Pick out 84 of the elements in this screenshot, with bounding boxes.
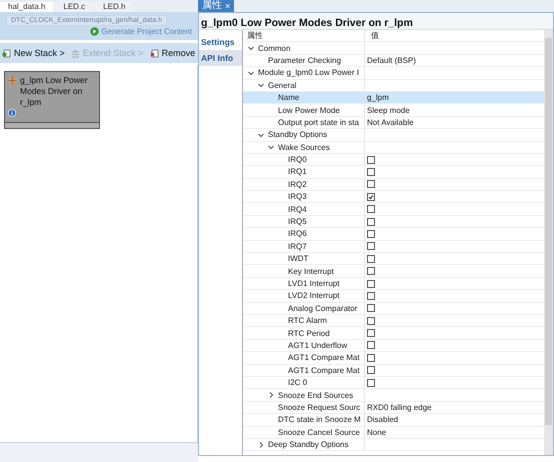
property-name: IRQ0 (288, 155, 307, 164)
checkbox[interactable] (367, 329, 375, 338)
property-name: DTC state in Snooze M (278, 415, 361, 424)
property-name: Parameter Checking (268, 56, 341, 65)
property-value[interactable]: g_lpm (367, 93, 389, 102)
property-name: Analog Comparator (288, 304, 358, 313)
column-header: 值 (370, 30, 379, 42)
checkbox[interactable] (367, 254, 375, 263)
checkbox[interactable] (367, 205, 375, 214)
column-header: 属性 (246, 30, 263, 42)
chevron-down-icon[interactable] (267, 143, 275, 152)
panel-title: g_lpm0 Low Power Modes Driver on r_lpm (199, 13, 553, 30)
property-name: General (268, 80, 296, 90)
property-name: Snooze Cancel Source (278, 428, 360, 437)
property-value[interactable]: Sleep mode (367, 106, 410, 115)
property-name: Snooze Request Sourc (278, 402, 360, 412)
properties-tab[interactable]: 属性 × (198, 0, 234, 12)
checkbox[interactable] (367, 192, 375, 201)
module-icon (8, 76, 17, 85)
property-name: Output port state in sta (278, 118, 359, 127)
property-name: LVD2 Interrupt (288, 291, 340, 300)
module-title: g_lpm Low Power Modes Driver on r_lpm (20, 75, 89, 108)
checkbox[interactable] (367, 180, 375, 188)
play-icon[interactable] (90, 27, 100, 36)
checkbox[interactable] (367, 280, 375, 288)
property-name: RTC Period (288, 328, 330, 338)
property-name: I2C 0 (288, 378, 308, 388)
editor-tab[interactable]: LED.c (55, 2, 94, 12)
property-name: IRQ6 (288, 229, 307, 238)
property-name: Low Power Mode (278, 106, 340, 115)
property-name: Standby Options (268, 130, 328, 140)
chevron-right-icon[interactable] (257, 440, 265, 449)
add-icon (2, 48, 11, 58)
property-name: Snooze End Sources (278, 390, 354, 400)
property-value[interactable]: Default (BSP) (367, 56, 416, 65)
checkbox[interactable] (367, 292, 375, 300)
delete-icon (150, 48, 159, 58)
chevron-down-icon[interactable] (247, 68, 255, 77)
property-name: RTC Alarm (288, 316, 327, 326)
property-name: IRQ2 (288, 180, 307, 189)
editor-tab[interactable]: hal_data.h (0, 2, 54, 12)
property-name: IRQ4 (288, 204, 307, 214)
chevron-down-icon[interactable] (247, 44, 255, 52)
property-name: Name (278, 93, 300, 102)
chevron-down-icon[interactable] (257, 81, 265, 90)
checkbox[interactable] (367, 267, 375, 276)
toolbar-button[interactable]: New Stack > (2, 48, 65, 58)
property-name: LVD1 Interrupt (288, 279, 340, 288)
checkbox[interactable] (367, 156, 375, 164)
checkbox[interactable] (367, 304, 375, 312)
toolbar-button[interactable]: Remove (150, 48, 196, 58)
property-value[interactable]: Disabled (367, 415, 398, 424)
info-icon[interactable] (8, 109, 16, 117)
close-icon[interactable]: × (225, 0, 230, 12)
property-name: IRQ1 (288, 167, 307, 176)
editor-tab[interactable]: LED.h (95, 2, 134, 12)
chevron-right-icon[interactable] (267, 391, 275, 400)
property-name: IRQ5 (288, 217, 307, 226)
checkbox[interactable] (367, 230, 375, 238)
property-value[interactable]: None (367, 428, 386, 437)
checkbox[interactable] (367, 366, 375, 374)
checkbox[interactable] (367, 168, 375, 176)
property-name: IRQ3 (288, 192, 307, 202)
property-value[interactable]: Not Available (367, 118, 414, 127)
checkbox[interactable] (367, 354, 375, 362)
stack-icon (70, 48, 80, 58)
property-name: AGT1 Compare Mat (288, 353, 360, 362)
checkbox[interactable] (367, 378, 375, 387)
property-name: IRQ7 (288, 242, 307, 251)
chevron-down-icon[interactable] (257, 130, 265, 139)
property-name: AGT1 Underflow (288, 340, 348, 350)
property-name: Common (258, 44, 290, 53)
checkbox[interactable] (367, 316, 375, 325)
side-tab[interactable]: API Info (199, 50, 242, 66)
property-name: Module g_lpm0 Low Power I (258, 68, 359, 78)
property-name: Key Interrupt (288, 266, 334, 276)
property-name: Wake Sources (278, 142, 330, 152)
property-value[interactable]: RXD0 falling edge (367, 402, 432, 412)
property-name: IWDT (288, 254, 308, 264)
property-name: AGT1 Compare Mat (288, 366, 360, 375)
property-name: Deep Standby Options (268, 440, 348, 450)
checkbox[interactable] (367, 218, 375, 226)
checkbox[interactable] (367, 242, 375, 250)
checkbox[interactable] (367, 341, 375, 350)
